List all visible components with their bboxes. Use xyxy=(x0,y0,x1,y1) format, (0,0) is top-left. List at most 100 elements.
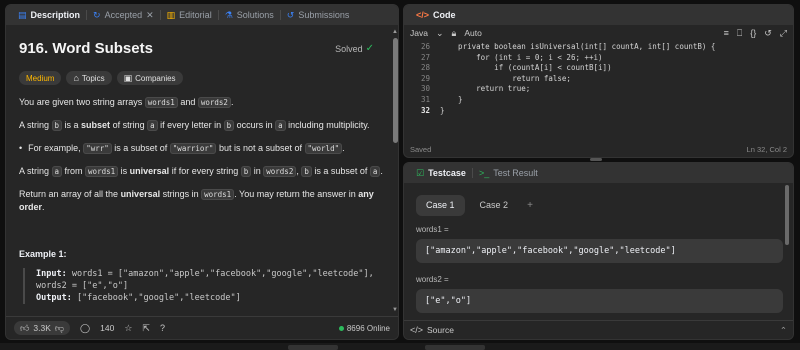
tab-accepted-label: Accepted xyxy=(104,10,143,20)
text: of string xyxy=(110,120,148,130)
add-case-button[interactable]: + xyxy=(523,195,537,216)
editor-tools: ≡ ⎕ {} ↺ ⤢ xyxy=(724,28,787,38)
online-dot xyxy=(338,325,344,331)
inline-code: b xyxy=(240,166,252,177)
testcase-scrollbar[interactable] xyxy=(785,185,789,245)
document-icon: ▤ xyxy=(18,9,27,20)
example-output-line: Output: ["facebook","google","leetcode"] xyxy=(36,292,378,304)
history-icon: ↺ xyxy=(286,9,295,20)
expand-icon[interactable]: ⤢ xyxy=(780,28,787,38)
bottom-handle xyxy=(425,345,485,350)
reset-icon[interactable]: ↺ xyxy=(764,28,772,38)
tab-test-result[interactable]: >_ Test Result xyxy=(473,163,544,183)
words1-label: words1 = xyxy=(416,225,449,234)
text: . xyxy=(380,166,383,176)
tab-submissions[interactable]: ↺ Submissions xyxy=(281,5,356,25)
tab-solutions[interactable]: ⚗ Solutions xyxy=(219,5,280,25)
testcase-tabbar: ☑ Testcase >_ Test Result xyxy=(404,163,793,183)
inline-code: words1 xyxy=(201,189,235,200)
panel-resize-handle[interactable] xyxy=(590,158,602,161)
problem-description: You are given two string arrays words1 a… xyxy=(19,96,384,224)
topics-button[interactable]: ⌂ Topics xyxy=(66,71,112,85)
bold-text: universal xyxy=(129,166,170,176)
history-icon: ↻ xyxy=(93,9,101,20)
thumbs-up-icon[interactable]: 👍︎ xyxy=(20,323,29,333)
close-icon[interactable]: ✕ xyxy=(146,10,154,20)
code-line[interactable]: return true; xyxy=(440,84,530,95)
source-button[interactable]: Source xyxy=(427,325,454,335)
tab-accepted[interactable]: ↻ Accepted ✕ xyxy=(87,5,160,25)
lock-icon: ▣ xyxy=(123,72,133,83)
scroll-down-icon[interactable]: ▼ xyxy=(392,307,398,313)
words2-input[interactable]: ["e","o"] xyxy=(416,289,783,313)
description-tabbar: ▤ Description ↻ Accepted ✕ ▥ Editorial ⚗… xyxy=(6,5,398,25)
tab-description[interactable]: ▤ Description xyxy=(12,5,86,25)
line-number: 28 xyxy=(420,63,430,73)
line-number: 30 xyxy=(420,84,430,94)
check-circle-icon: ✓ xyxy=(365,43,374,54)
description-list: For example, "wrr" is a subset of "warri… xyxy=(19,142,384,155)
code-line[interactable]: private boolean isUniversal(int[] countA… xyxy=(440,42,715,53)
text: strings in xyxy=(160,189,202,199)
code-line[interactable]: for (int i = 0; i < 26; ++i) xyxy=(440,53,602,64)
inline-code: "warrior" xyxy=(169,143,217,154)
tab-code-label: Code xyxy=(433,10,456,20)
tab-editorial[interactable]: ▥ Editorial xyxy=(161,5,218,25)
input-value: words1 = ["amazon","apple","facebook","g… xyxy=(66,269,374,279)
tab-submissions-label: Submissions xyxy=(298,10,350,20)
code-line[interactable]: } xyxy=(440,106,445,117)
description-footer: 👍︎ 3.3K 👎︎ ◯ 140 ☆ ⇱ ? 8696 Online xyxy=(6,316,398,339)
chevron-down-icon[interactable]: ⌄ xyxy=(436,28,444,38)
share-icon[interactable]: ⇱ xyxy=(142,323,150,333)
solved-label: Solved xyxy=(335,44,363,54)
text: For example, xyxy=(28,143,84,153)
problem-title[interactable]: 916. Word Subsets xyxy=(19,40,153,57)
case-1-tab[interactable]: Case 1 xyxy=(416,195,465,216)
thumbs-down-icon[interactable]: 👎︎ xyxy=(55,323,64,333)
testcase-panel: ☑ Testcase >_ Test Result Case 1 Case 2 … xyxy=(403,162,794,340)
tab-solutions-label: Solutions xyxy=(236,10,274,20)
chevron-up-icon[interactable]: ⌃ xyxy=(780,325,787,336)
example-input-line2: words2 = ["e","o"] xyxy=(36,281,129,291)
braces-icon[interactable]: {} xyxy=(750,28,756,38)
text: . You may return the answer in xyxy=(234,189,359,199)
format-icon[interactable]: ≡ xyxy=(724,28,729,38)
like-count: 3.3K xyxy=(33,323,51,333)
description-scrollbar[interactable] xyxy=(393,38,398,143)
inline-code: a xyxy=(369,166,381,177)
help-icon[interactable]: ? xyxy=(160,323,165,333)
text: . xyxy=(342,143,345,153)
code-line[interactable]: if (countA[i] < countB[i]) xyxy=(440,63,611,74)
solved-status: Solved ✓ xyxy=(335,43,374,55)
star-icon[interactable]: ☆ xyxy=(124,323,132,333)
tab-code[interactable]: </> Code xyxy=(410,5,462,25)
tab-testcase[interactable]: ☑ Testcase xyxy=(410,163,472,183)
code-tabbar: </> Code xyxy=(404,5,793,25)
editor-statusbar: Saved Ln 32, Col 2 xyxy=(404,141,793,157)
output-value: ["facebook","google","leetcode"] xyxy=(71,293,241,303)
comment-count[interactable]: 140 xyxy=(100,323,114,333)
code-line[interactable]: return false; xyxy=(440,74,571,85)
mode-label[interactable]: Auto xyxy=(464,28,482,38)
companies-button[interactable]: ▣ Companies xyxy=(116,71,183,85)
testcase-footer: </> Source ⌃ xyxy=(404,320,793,339)
inline-code: b xyxy=(223,120,235,131)
input-label: Input: xyxy=(36,269,67,279)
language-select[interactable]: Java xyxy=(410,28,428,38)
inline-code: words1 xyxy=(144,97,178,108)
comment-icon[interactable]: ◯ xyxy=(80,323,90,333)
words1-input[interactable]: ["amazon","apple","facebook","google","l… xyxy=(416,239,783,263)
code-panel: </> Code Java ⌄ 🔒︎ Auto ≡ ⎕ {} ↺ ⤢ 26 pr… xyxy=(403,4,794,158)
example-input-line: Input: words1 = ["amazon","apple","faceb… xyxy=(36,268,378,280)
companies-label: Companies xyxy=(135,73,176,83)
online-count: 8696 Online xyxy=(346,323,390,333)
case-2-tab[interactable]: Case 2 xyxy=(470,195,519,216)
code-toolbar: Java ⌄ 🔒︎ Auto ≡ ⎕ {} ↺ ⤢ xyxy=(404,25,793,41)
text: occurs in xyxy=(234,120,276,130)
flask-icon: ⚗ xyxy=(224,9,233,20)
bookmark-icon[interactable]: ⎕ xyxy=(737,28,742,38)
cursor-position: Ln 32, Col 2 xyxy=(746,144,787,154)
scroll-up-icon[interactable]: ▲ xyxy=(392,29,398,35)
code-line[interactable]: } xyxy=(440,95,463,106)
text: Return an array of all the xyxy=(19,189,121,199)
